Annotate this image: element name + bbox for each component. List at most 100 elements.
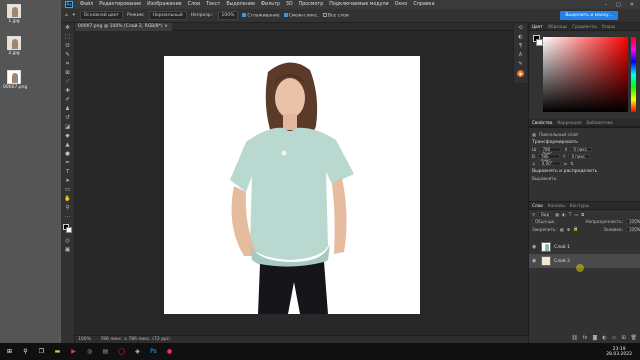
select-and-mask-button[interactable]: Выделить и маску... [560, 11, 618, 20]
filter-smart-icon[interactable]: ⧉ [581, 212, 584, 217]
opacity-field[interactable]: 100% [217, 11, 239, 20]
menu-type[interactable]: Текст [203, 2, 223, 7]
menu-image[interactable]: Изображение [144, 2, 185, 7]
dodge-tool-icon[interactable]: ● [63, 150, 73, 158]
app-icon[interactable]: ◈ [131, 345, 144, 358]
tab-color[interactable]: Цвет [532, 24, 543, 29]
layer-row-selected[interactable]: ◉ Слой 2 [529, 254, 640, 268]
contiguous-checkbox[interactable]: Смежн.пикс. [283, 12, 319, 18]
flip-vertical-icon[interactable]: ⇅ [570, 161, 574, 166]
tab-properties[interactable]: Свойства [532, 120, 552, 125]
color-field[interactable] [543, 37, 628, 112]
menu-window[interactable]: Окно [392, 2, 411, 7]
brush-tool-icon[interactable]: ✐ [63, 96, 73, 104]
path-select-icon[interactable]: ➤ [63, 177, 73, 185]
close-icon[interactable]: ✕ [630, 2, 634, 8]
stamp-tool-icon[interactable]: ♟ [63, 105, 73, 113]
desktop-file-icon[interactable]: 00007.png [3, 70, 27, 90]
type-tool-icon[interactable]: T [63, 168, 73, 176]
y-field[interactable]: 0 пикс. [568, 154, 591, 159]
paragraph-icon[interactable]: ¶ [517, 43, 525, 50]
photoshop-taskbar-icon[interactable]: Ps [147, 345, 160, 358]
shape-tool-icon[interactable]: ▭ [63, 186, 73, 194]
tab-channels[interactable]: Каналы [548, 203, 565, 208]
menu-help[interactable]: Справка [410, 2, 437, 7]
antialias-checkbox[interactable]: Сглаживание [242, 12, 280, 18]
all-layers-checkbox[interactable]: Все слои [322, 12, 349, 18]
task-view-icon[interactable]: ❐ [35, 345, 48, 358]
history-brush-icon[interactable]: ↺ [63, 114, 73, 122]
lock-pixels-icon[interactable]: ▦ [560, 227, 564, 232]
menu-plugins[interactable]: Подключаемые модули [326, 2, 391, 7]
learn-icon[interactable]: ◉ [517, 70, 524, 77]
hue-slider[interactable] [631, 37, 636, 112]
tab-layers[interactable]: Слои [532, 203, 543, 208]
marquee-tool-icon[interactable]: ⬚ [63, 33, 73, 41]
desktop-file-icon[interactable]: 1.jpg [3, 4, 25, 24]
transform-header[interactable]: Трансформировать [532, 140, 637, 145]
background-color[interactable] [65, 227, 72, 233]
visibility-eye-icon[interactable]: ◉ [532, 244, 538, 250]
kind-filter[interactable]: Вид [538, 212, 553, 217]
filter-pixel-icon[interactable]: ▦ [555, 212, 559, 217]
filter-type-icon[interactable]: T [569, 212, 572, 217]
quick-mask-icon[interactable]: ◎ [63, 237, 73, 245]
maximize-icon[interactable]: □ [616, 2, 621, 8]
fill-field[interactable]: 100% [626, 226, 640, 232]
color-swatches[interactable] [62, 224, 74, 234]
tab-adjustments[interactable]: Коррекция [557, 120, 581, 125]
adjustment-layer-icon[interactable]: ◐ [602, 335, 606, 341]
align-header[interactable]: Выровнять и распределить [532, 169, 637, 174]
visibility-eye-icon[interactable]: ◉ [532, 258, 538, 264]
angle-field[interactable]: 0,00° [538, 161, 561, 166]
more-tools-icon[interactable]: ⋯ [63, 213, 73, 221]
youtube-icon[interactable]: ▶ [67, 345, 80, 358]
eyedropper-tool-icon[interactable]: ⁄ [63, 78, 73, 86]
menu-file[interactable]: Файл [77, 2, 96, 7]
home-icon[interactable]: ⌂ [65, 13, 68, 18]
menu-edit[interactable]: Редактирование [96, 2, 144, 7]
hand-tool-icon[interactable]: ✋ [63, 195, 73, 203]
move-tool-icon[interactable]: ✥ [63, 24, 73, 32]
height-field[interactable]: 786 пикс. [537, 154, 560, 163]
windows-start-icon[interactable]: ⊞ [3, 345, 16, 358]
character-icon[interactable]: A [517, 52, 525, 59]
canvas-area[interactable] [75, 31, 530, 335]
paint-bucket-icon[interactable]: ◆ [63, 132, 73, 140]
opera-icon[interactable]: ◯ [115, 345, 128, 358]
background-swatch[interactable] [536, 39, 543, 46]
app-icon[interactable]: ▤ [99, 345, 112, 358]
history-icon[interactable]: ⟲ [517, 25, 525, 32]
chrome-icon[interactable]: ◍ [83, 345, 96, 358]
frame-tool-icon[interactable]: ⊠ [63, 69, 73, 77]
healing-brush-icon[interactable]: ✚ [63, 87, 73, 95]
menu-select[interactable]: Выделение [223, 2, 258, 7]
tab-libraries[interactable]: Библиотеки [587, 120, 613, 125]
lasso-tool-icon[interactable]: ʘ [63, 42, 73, 50]
eraser-tool-icon[interactable]: ◪ [63, 123, 73, 131]
tab-gradients[interactable]: Градиенты [572, 24, 596, 29]
filter-adjust-icon[interactable]: ◐ [562, 212, 566, 217]
fill-source-select[interactable]: Основной цвет [79, 11, 124, 20]
zoom-tool-icon[interactable]: ⚲ [63, 204, 73, 212]
quick-select-tool-icon[interactable]: ✎ [63, 51, 73, 59]
menu-view[interactable]: Просмотр [296, 2, 327, 7]
system-clock[interactable]: 23:19 28.03.2022 [606, 347, 632, 357]
screen-recorder-icon[interactable]: ● [163, 345, 176, 358]
link-layers-icon[interactable]: ⛓ [571, 335, 577, 341]
tab-paths[interactable]: Контуры [570, 203, 589, 208]
search-icon[interactable]: ⚲ [19, 345, 32, 358]
group-icon[interactable]: ▭ [612, 335, 617, 341]
menu-3d[interactable]: 3D [283, 2, 296, 7]
document-tab[interactable]: 00007.png @ 100% (Слой 2, RGB/8*) × [75, 23, 172, 31]
blend-mode-select[interactable]: Нормальный [148, 11, 187, 20]
layer-row[interactable]: ◉ Слой 1 [529, 240, 640, 254]
lock-position-icon[interactable]: ✥ [567, 227, 571, 232]
delete-layer-icon[interactable]: 🗑 [631, 335, 637, 341]
zoom-level[interactable]: 100% [78, 337, 91, 342]
desktop-file-icon[interactable]: 2.jpg [3, 36, 25, 56]
tab-swatches[interactable]: Образцы [548, 24, 568, 29]
new-layer-icon[interactable]: ⊞ [621, 335, 625, 341]
pen-tool-icon[interactable]: ✒ [63, 159, 73, 167]
blur-tool-icon[interactable]: ▲ [63, 141, 73, 149]
